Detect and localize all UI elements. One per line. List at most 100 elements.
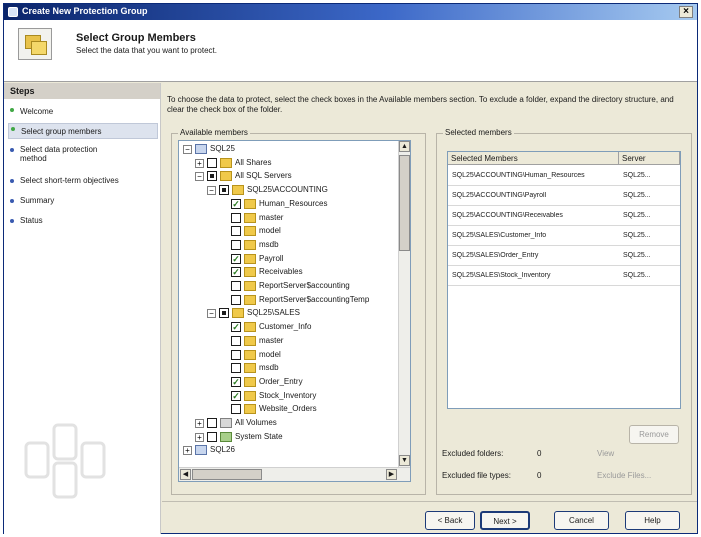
tree-node[interactable]: ✓ Customer_Info bbox=[179, 321, 399, 334]
expand-icon[interactable]: + bbox=[195, 419, 204, 428]
database-icon bbox=[244, 335, 256, 346]
database-icon bbox=[244, 253, 256, 264]
member-checkbox[interactable]: ✓ bbox=[231, 390, 241, 401]
table-row[interactable]: SQL25\SALES\Stock_Inventory SQL25... bbox=[448, 267, 680, 286]
tree-node-label: Website_Orders bbox=[259, 404, 317, 414]
help-button[interactable]: Help bbox=[625, 511, 680, 530]
member-checkbox[interactable]: ✓ bbox=[231, 376, 241, 387]
scroll-up-icon[interactable]: ▲ bbox=[399, 141, 410, 152]
tree-node[interactable]: + SQL26 bbox=[179, 444, 399, 457]
member-checkbox[interactable] bbox=[231, 349, 241, 360]
tree-node[interactable]: master bbox=[179, 335, 399, 348]
tree-node[interactable]: − SQL25\SALES bbox=[179, 307, 399, 320]
next-button[interactable]: Next > bbox=[480, 511, 530, 530]
member-checkbox[interactable] bbox=[231, 239, 241, 250]
collapse-icon[interactable]: − bbox=[207, 186, 216, 196]
tree-node-label: SQL25\ACCOUNTING bbox=[247, 185, 328, 195]
tree-node[interactable]: model bbox=[179, 349, 399, 362]
tree-node[interactable]: − SQL25\ACCOUNTING bbox=[179, 184, 399, 197]
expand-icon[interactable]: + bbox=[195, 432, 204, 442]
server-icon bbox=[195, 445, 207, 456]
member-checkbox[interactable] bbox=[207, 431, 217, 442]
tree-vertical-scrollbar[interactable]: ▲ ▼ bbox=[398, 141, 410, 467]
step-pending-icon bbox=[10, 148, 14, 152]
step-summary: Summary bbox=[8, 196, 158, 210]
database-icon bbox=[244, 322, 256, 333]
expand-icon[interactable]: + bbox=[183, 446, 192, 456]
member-checkbox[interactable] bbox=[231, 363, 241, 374]
volumes-icon bbox=[220, 418, 232, 428]
member-checkbox[interactable] bbox=[231, 404, 241, 415]
tree-horizontal-scrollbar[interactable]: ◀ ▶ bbox=[179, 467, 410, 481]
exclude-files-link[interactable]: Exclude Files... bbox=[597, 471, 651, 480]
tree-node[interactable]: ✓ Payroll bbox=[179, 253, 399, 266]
back-button[interactable]: < Back bbox=[425, 511, 475, 530]
tree-node[interactable]: ReportServer$accountingTemp bbox=[179, 294, 399, 307]
member-checkbox[interactable]: ✓ bbox=[231, 322, 241, 333]
tree-node[interactable]: msdb bbox=[179, 362, 399, 375]
scroll-thumb[interactable] bbox=[192, 469, 262, 480]
scroll-right-icon[interactable]: ▶ bbox=[386, 469, 397, 480]
tree-node[interactable]: master bbox=[179, 212, 399, 225]
tree-node[interactable]: − SQL25 bbox=[179, 143, 399, 156]
member-checkbox[interactable] bbox=[207, 418, 217, 428]
collapse-icon[interactable]: − bbox=[183, 145, 192, 154]
tree-node[interactable]: + All Shares bbox=[179, 157, 399, 170]
excluded-folders-count: 0 bbox=[537, 449, 542, 458]
view-link[interactable]: View bbox=[597, 449, 614, 458]
page-subtitle: Select the data that you want to protect… bbox=[76, 46, 217, 55]
tree-node[interactable]: + All Volumes bbox=[179, 417, 399, 430]
shares-folder-icon bbox=[220, 157, 232, 168]
available-members-tree[interactable]: − SQL25 + All Shares − All SQL Servers − SQL25\… bbox=[178, 140, 411, 482]
table-row[interactable]: SQL25\ACCOUNTING\Payroll SQL25... bbox=[448, 187, 680, 206]
tree-node[interactable]: msdb bbox=[179, 239, 399, 252]
tree-node-label: msdb bbox=[259, 239, 279, 249]
collapse-icon[interactable]: − bbox=[195, 172, 204, 182]
selected-member-server: SQL25... bbox=[623, 172, 651, 179]
member-checkbox[interactable] bbox=[231, 294, 241, 305]
member-checkbox[interactable] bbox=[219, 185, 229, 196]
member-checkbox[interactable] bbox=[231, 212, 241, 223]
column-header-server[interactable]: Server bbox=[619, 152, 680, 165]
tree-node[interactable]: ReportServer$accounting bbox=[179, 280, 399, 293]
member-checkbox[interactable] bbox=[231, 281, 241, 291]
expand-icon[interactable]: + bbox=[195, 158, 204, 168]
tree-node-label: Payroll bbox=[259, 253, 284, 263]
scroll-thumb[interactable] bbox=[399, 155, 410, 251]
tree-node[interactable]: − All SQL Servers bbox=[179, 170, 399, 183]
cancel-button[interactable]: Cancel bbox=[554, 511, 609, 530]
tree-node-label: ReportServer$accounting bbox=[259, 281, 350, 290]
selected-member-path: SQL25\ACCOUNTING\Receivables bbox=[452, 212, 563, 219]
remove-button[interactable]: Remove bbox=[629, 425, 679, 444]
tree-node[interactable]: + System State bbox=[179, 431, 399, 444]
scroll-down-icon[interactable]: ▼ bbox=[399, 455, 410, 466]
member-checkbox[interactable] bbox=[207, 157, 217, 168]
member-checkbox[interactable]: ✓ bbox=[231, 267, 241, 278]
member-checkbox[interactable] bbox=[219, 308, 229, 319]
tree-node-label: master bbox=[259, 335, 284, 345]
tree-node-label: Customer_Info bbox=[259, 322, 312, 332]
tree-node[interactable]: ✓ Stock_Inventory bbox=[179, 390, 399, 403]
tree-node[interactable]: model bbox=[179, 225, 399, 238]
tree-node-label: SQL25\SALES bbox=[247, 308, 300, 318]
member-checkbox[interactable] bbox=[231, 226, 241, 237]
close-button[interactable]: × bbox=[679, 6, 693, 18]
tree-node[interactable]: ✓ Receivables bbox=[179, 266, 399, 279]
member-checkbox[interactable]: ✓ bbox=[231, 198, 241, 209]
member-checkbox[interactable]: ✓ bbox=[231, 253, 241, 264]
member-checkbox[interactable] bbox=[231, 335, 241, 346]
table-row[interactable]: SQL25\SALES\Order_Entry SQL25... bbox=[448, 247, 680, 266]
table-row[interactable]: SQL25\ACCOUNTING\Human_Resources SQL25... bbox=[448, 167, 680, 186]
tree-node[interactable]: ✓ Human_Resources bbox=[179, 198, 399, 211]
selected-members-list[interactable]: Selected Members Server SQL25\ACCOUNTING… bbox=[447, 151, 681, 409]
tree-node[interactable]: ✓ Order_Entry bbox=[179, 376, 399, 389]
column-header-selected-members[interactable]: Selected Members bbox=[448, 152, 619, 165]
tree-node[interactable]: Website_Orders bbox=[179, 403, 399, 416]
scroll-left-icon[interactable]: ◀ bbox=[180, 469, 191, 480]
member-checkbox[interactable] bbox=[207, 171, 217, 182]
collapse-icon[interactable]: − bbox=[207, 309, 216, 319]
step-label: Select short-term objectives bbox=[20, 176, 119, 185]
table-row[interactable]: SQL25\ACCOUNTING\Receivables SQL25... bbox=[448, 207, 680, 226]
excluded-folders-label: Excluded folders: bbox=[442, 449, 504, 458]
table-row[interactable]: SQL25\SALES\Customer_Info SQL25... bbox=[448, 227, 680, 246]
